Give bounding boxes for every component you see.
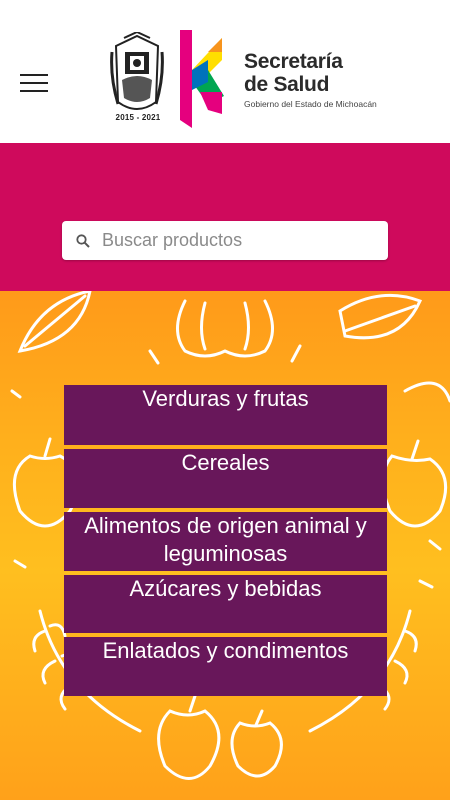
search-input[interactable] (102, 221, 382, 260)
category-label: Enlatados y condimentos (102, 638, 349, 663)
search-box[interactable] (62, 221, 388, 260)
category-cereales[interactable]: Cereales (64, 449, 387, 508)
app-header: 2015 - 2021 Secretaría de Salud Gobierno… (0, 0, 450, 143)
hamburger-menu-icon[interactable] (20, 72, 48, 94)
category-enlatados-condimentos[interactable]: Enlatados y condimentos (64, 637, 387, 696)
category-label: Alimentos de origen animal y leguminosas (84, 513, 367, 566)
k-brand-logo (180, 30, 224, 128)
category-alimentos-origen-animal[interactable]: Alimentos de origen animal y leguminosas (64, 512, 387, 571)
category-verduras-frutas[interactable]: Verduras y frutas (64, 385, 387, 445)
brand-title: Secretaría de Salud Gobierno del Estado … (244, 50, 377, 109)
seal-years: 2015 - 2021 (115, 113, 161, 122)
brand-title-line1: Secretaría (244, 50, 343, 73)
category-label: Verduras y frutas (142, 386, 309, 411)
category-label: Azúcares y bebidas (129, 576, 322, 601)
category-label: Cereales (181, 450, 270, 475)
brand-title-line2: de Salud (244, 73, 330, 96)
search-banner (0, 143, 450, 291)
search-icon (76, 234, 90, 248)
michoacan-seal-logo (110, 32, 164, 110)
brand-subtitle: Gobierno del Estado de Michoacán (244, 99, 377, 109)
category-azucares-bebidas[interactable]: Azúcares y bebidas (64, 575, 387, 633)
